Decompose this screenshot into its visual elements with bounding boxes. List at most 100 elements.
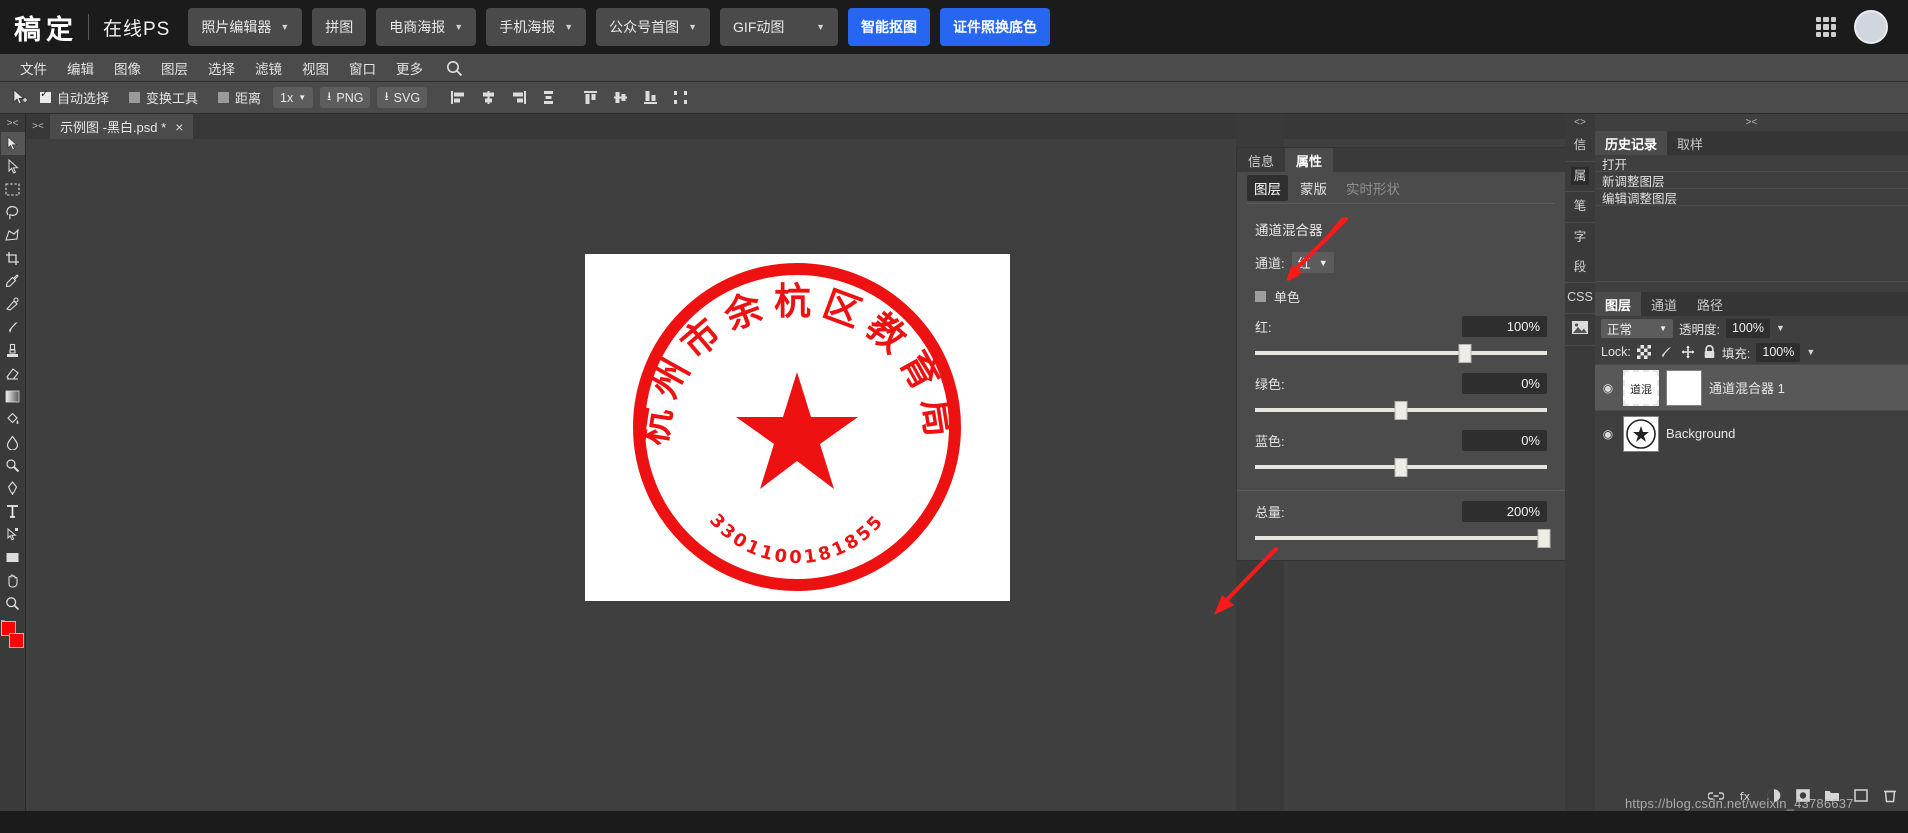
distribute-vertical-icon[interactable] — [540, 90, 557, 105]
paint-bucket-tool[interactable] — [1, 408, 25, 431]
checkbox-icon[interactable] — [218, 92, 230, 103]
monochrome-checkbox-row[interactable]: 单色 — [1237, 273, 1565, 306]
brush-tool[interactable] — [1, 316, 25, 339]
blend-mode-select[interactable]: 正常 ▼ — [1601, 318, 1673, 338]
menu-item-file[interactable]: 文件 — [10, 58, 57, 78]
align-right-icon[interactable] — [510, 90, 527, 105]
move-lock-icon[interactable] — [1681, 345, 1695, 359]
gradient-tool[interactable] — [1, 385, 25, 408]
tab-properties[interactable]: 属性 — [1285, 148, 1334, 172]
all-lock-icon[interactable] — [1703, 345, 1716, 359]
direct-select-tool[interactable] — [1, 155, 25, 178]
topbar-button-id-photo-bg[interactable]: 证件照换底色 — [940, 8, 1051, 46]
delete-layer-icon[interactable] — [1882, 788, 1898, 803]
zoom-level-select[interactable]: 1x ▼ — [273, 87, 314, 108]
tab-info[interactable]: 信息 — [1237, 148, 1285, 172]
topbar-button-gif[interactable]: GIF动图 ▼ — [720, 8, 839, 46]
topbar-button-mobile-poster[interactable]: 手机海报 ▼ — [486, 8, 587, 46]
checkbox-icon[interactable] — [129, 92, 141, 103]
crop-tool[interactable] — [1, 247, 25, 270]
polygon-lasso-tool[interactable] — [1, 224, 25, 247]
fill-value[interactable]: 100% — [1756, 342, 1801, 362]
close-icon[interactable]: × — [175, 119, 183, 135]
align-left-icon[interactable] — [450, 90, 467, 105]
menu-item-image[interactable]: 图像 — [104, 58, 151, 78]
slider-value[interactable]: 0% — [1462, 430, 1547, 451]
slider-handle[interactable] — [1537, 529, 1551, 548]
zoom-tool[interactable] — [1, 592, 25, 615]
checkbox-icon[interactable] — [40, 87, 51, 103]
lasso-tool[interactable] — [1, 201, 25, 224]
topbar-button-wechat-cover[interactable]: 公众号首图 ▼ — [596, 8, 711, 46]
color-swatches[interactable]: D — [0, 619, 25, 655]
tab-paths[interactable]: 路径 — [1687, 292, 1733, 316]
chevron-down-icon[interactable]: ▼ — [1776, 323, 1785, 333]
topbar-button-collage[interactable]: 拼图 — [312, 8, 367, 46]
opacity-value[interactable]: 100% — [1725, 318, 1770, 338]
tab-history[interactable]: 历史记录 — [1595, 131, 1668, 155]
history-item[interactable]: 新调整图层 — [1595, 172, 1908, 189]
menu-item-layer[interactable]: 图层 — [151, 58, 198, 78]
menu-item-filter[interactable]: 滤镜 — [245, 58, 292, 78]
topbar-button-smart-cutout[interactable]: 智能抠图 — [848, 8, 931, 46]
background-color-swatch[interactable] — [8, 633, 24, 648]
slider-handle[interactable] — [1394, 458, 1408, 477]
checkbox-icon[interactable] — [1255, 291, 1266, 302]
artboard[interactable]: 杭州市余杭区教育局 3301100181855 — [585, 254, 1010, 601]
vtab-css[interactable]: CSS — [1565, 283, 1595, 314]
align-center-horizontal-icon[interactable] — [480, 90, 497, 105]
slider-track[interactable] — [1255, 528, 1551, 548]
vtab-paragraph[interactable]: 段 — [1565, 253, 1595, 284]
export-png-button[interactable]: ⭳ PNG — [320, 87, 371, 108]
slider-track[interactable] — [1255, 400, 1547, 420]
subtab-layer[interactable]: 图层 — [1247, 174, 1288, 201]
vtab-image[interactable] — [1565, 314, 1595, 347]
tabstrip-collapse-button[interactable]: >< — [26, 114, 50, 139]
transparency-lock-icon[interactable] — [1636, 345, 1651, 359]
slider-handle[interactable] — [1394, 401, 1408, 420]
history-item[interactable]: 打开 — [1595, 155, 1908, 172]
vtab-info[interactable]: 信 — [1565, 131, 1595, 162]
eye-icon[interactable]: ◉ — [1600, 427, 1616, 441]
user-avatar[interactable] — [1854, 10, 1888, 44]
toolstrip-collapse-button[interactable]: >< — [7, 116, 19, 132]
slider-handle[interactable] — [1458, 344, 1472, 363]
menu-item-select[interactable]: 选择 — [198, 58, 245, 78]
option-distance[interactable]: 距离 — [218, 88, 261, 107]
subtab-live-shape[interactable]: 实时形状 — [1339, 175, 1407, 201]
tab-channels[interactable]: 通道 — [1641, 292, 1687, 316]
brush-lock-icon[interactable] — [1659, 345, 1673, 359]
eraser-tool[interactable] — [1, 362, 25, 385]
hand-tool[interactable] — [1, 569, 25, 592]
subtab-mask[interactable]: 蒙版 — [1293, 175, 1334, 201]
menu-item-more[interactable]: 更多 — [386, 58, 433, 78]
eyedropper-tool[interactable] — [1, 270, 25, 293]
healing-brush-tool[interactable] — [1, 293, 25, 316]
align-bottom-icon[interactable] — [643, 90, 660, 105]
stamp-tool[interactable] — [1, 339, 25, 362]
vtab-character[interactable]: 字 — [1565, 223, 1595, 253]
align-top-icon[interactable] — [583, 90, 600, 105]
marquee-tool[interactable] — [1, 178, 25, 201]
layer-row-adjustment[interactable]: ◉ 道混 通道混合器 1 — [1595, 364, 1908, 410]
slider-value[interactable]: 200% — [1462, 501, 1547, 522]
tab-layers[interactable]: 图层 — [1595, 292, 1642, 316]
pen-tool[interactable] — [1, 477, 25, 500]
slider-value[interactable]: 100% — [1462, 316, 1547, 337]
slider-value[interactable]: 0% — [1462, 373, 1547, 394]
chevron-down-icon[interactable]: ▼ — [1806, 347, 1815, 357]
layer-mask-thumbnail[interactable] — [1666, 369, 1702, 406]
slider-track[interactable] — [1255, 457, 1547, 477]
vtab-brush[interactable]: 笔 — [1565, 192, 1595, 223]
blur-tool[interactable] — [1, 431, 25, 454]
layer-row-background[interactable]: ◉ Background — [1595, 410, 1908, 456]
slider-track[interactable] — [1255, 343, 1547, 363]
topbar-button-ecommerce-poster[interactable]: 电商海报 ▼ — [376, 8, 477, 46]
option-transform-tool[interactable]: 变换工具 — [129, 88, 198, 107]
menu-item-edit[interactable]: 编辑 — [57, 58, 104, 78]
channel-select[interactable]: 红 ▼ — [1291, 252, 1334, 273]
menu-item-view[interactable]: 视图 — [292, 58, 339, 78]
eye-icon[interactable]: ◉ — [1600, 381, 1616, 395]
vtab-properties[interactable]: 属 — [1565, 162, 1595, 193]
dodge-tool[interactable] — [1, 454, 25, 477]
